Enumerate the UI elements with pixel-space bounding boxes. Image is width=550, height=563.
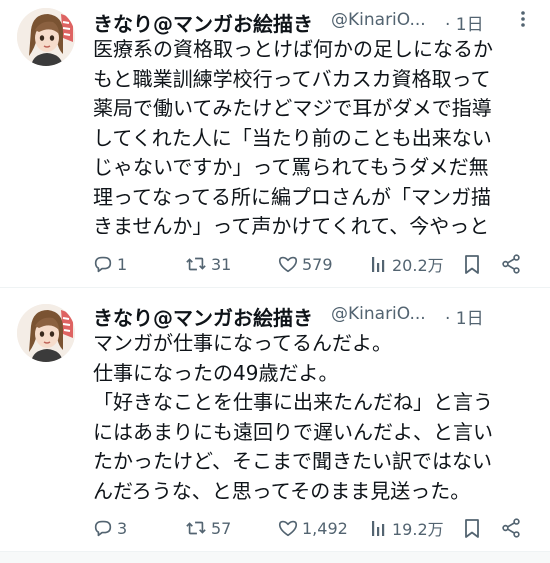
tweet-text-line: んだろうな、と思ってそのまま見送った。 [93, 478, 471, 503]
avatar-illustration [17, 304, 75, 362]
avatar[interactable] [17, 304, 75, 362]
bookmark-button[interactable] [462, 515, 482, 541]
tweet-text-line: してくれた人に「当たり前のことも出来ない [93, 125, 492, 150]
retweet-icon [186, 257, 206, 271]
like-button[interactable]: 579 [277, 251, 333, 277]
author-handle[interactable]: @KinariO... [331, 304, 426, 324]
views-icon [372, 257, 385, 272]
like-count: 579 [302, 254, 333, 274]
tweet-text-line: もと職業訓練学校行ってバカスカ資格取って [93, 66, 491, 91]
views-icon [372, 521, 385, 536]
tweet-text: マンガが仕事になってるんだよ。 仕事になったの49歳だよ。 「好きなことを仕事に… [93, 329, 533, 506]
retweet-count: 57 [211, 518, 232, 538]
tweet-text-line: たかったけど、そこまで聞きたい訳ではない [93, 449, 492, 473]
tweet-header: きなり@マンガお絵描き @KinariO... · 1日 [93, 4, 533, 37]
more-icon[interactable] [513, 8, 533, 30]
tweet-text-line: きませんか」って声かけてくれて、今やっと [93, 214, 490, 238]
reply-icon [94, 520, 112, 537]
tweet-text-line: じゃないですか」って罵られてもうダメだ無 [93, 155, 489, 179]
bookmark-icon [465, 255, 479, 274]
author-name[interactable]: きなり@マンガお絵描き [93, 302, 313, 331]
author-handle[interactable]: @KinariO... [331, 10, 426, 30]
avatar-illustration [17, 8, 75, 66]
share-button[interactable] [500, 251, 522, 277]
like-count: 1,492 [302, 518, 348, 538]
reply-count: 1 [117, 254, 128, 274]
like-icon [278, 256, 298, 273]
share-icon [502, 518, 520, 538]
tweet[interactable]: きなり@マンガお絵描き @KinariO... · 1日 医療系の資格取っとけば… [0, 0, 550, 287]
views-count: 20.2万 [392, 256, 444, 275]
views-button[interactable]: 19.2万 [369, 515, 444, 541]
reply-button[interactable]: 1 [92, 251, 127, 277]
tweet-actions: 1 31 579 20.2万 [92, 251, 532, 277]
tweet-text-line: 理ってなってる所に編プロさんが「マンガ描 [93, 184, 491, 209]
timestamp[interactable]: · 1日 [445, 10, 484, 35]
tweet-text-line: 「好きなことを仕事に出来たんだね」と言う [93, 390, 493, 414]
tweet-text-line: 薬局で働いてみたけどマジで耳がダメで指導 [93, 96, 492, 120]
tweet[interactable]: きなり@マンガお絵描き @KinariO... · 1日 マンガが仕事になってる… [0, 288, 550, 550]
reply-count: 3 [117, 518, 128, 538]
bookmark-button[interactable] [462, 251, 482, 277]
retweet-icon [186, 521, 206, 535]
bookmark-icon [465, 519, 479, 538]
views-count: 19.2万 [392, 520, 444, 539]
tweet-header: きなり@マンガお絵描き @KinariO... · 1日 [93, 298, 533, 331]
avatar[interactable] [17, 8, 75, 66]
share-icon [502, 254, 520, 274]
tweet-actions: 3 57 1,492 19.2万 [92, 515, 532, 541]
timeline-divider [0, 551, 550, 563]
tweet-text: 医療系の資格取っとけば何かの足しになるか もと職業訓練学校行ってバカスカ資格取っ… [93, 35, 533, 242]
retweet-button[interactable]: 31 [184, 251, 231, 277]
like-icon [278, 520, 298, 537]
author-name[interactable]: きなり@マンガお絵描き [93, 8, 313, 37]
retweet-button[interactable]: 57 [184, 515, 231, 541]
retweet-count: 31 [211, 254, 232, 274]
reply-icon [94, 256, 112, 273]
tweet-text-line: にはあまりにも遠回りで遅いんだよ、と言い [93, 419, 493, 444]
timestamp[interactable]: · 1日 [445, 304, 484, 329]
reply-button[interactable]: 3 [92, 515, 127, 541]
share-button[interactable] [500, 515, 522, 541]
like-button[interactable]: 1,492 [277, 515, 348, 541]
tweet-text-line: 医療系の資格取っとけば何かの足しになるか [93, 37, 493, 61]
views-button[interactable]: 20.2万 [369, 251, 444, 277]
tweet-text-line: マンガが仕事になってるんだよ。 [93, 331, 392, 355]
tweet-text-line: 仕事になったの49歳だよ。 [93, 360, 339, 385]
